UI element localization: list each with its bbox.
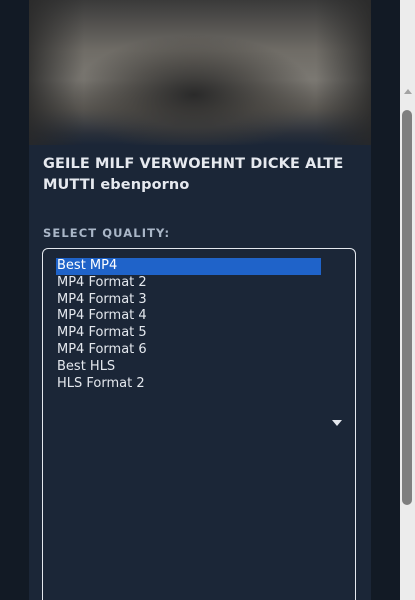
quality-option[interactable]: MP4 Format 4 bbox=[56, 308, 321, 325]
page: GEILE MILF VERWOEHNT DICKE ALTE MUTTI eb… bbox=[0, 0, 415, 600]
quality-option[interactable]: Best HLS bbox=[56, 359, 321, 376]
thumbnail-vignette-right bbox=[316, 0, 371, 145]
scroll-up-arrow-icon[interactable] bbox=[404, 89, 412, 94]
select-quality-label: SELECT QUALITY: bbox=[43, 226, 171, 240]
page-margin-right bbox=[371, 0, 400, 600]
quality-option[interactable]: MP4 Format 2 bbox=[56, 275, 321, 292]
quality-options-list[interactable]: Best MP4 MP4 Format 2 MP4 Format 3 MP4 Form… bbox=[56, 258, 321, 392]
video-thumbnail[interactable] bbox=[29, 0, 371, 145]
video-title: GEILE MILF VERWOEHNT DICKE ALTE MUTTI eb… bbox=[43, 156, 344, 193]
video-card: GEILE MILF VERWOEHNT DICKE ALTE MUTTI eb… bbox=[29, 0, 371, 600]
page-margin-left bbox=[0, 0, 29, 600]
scrollbar-thumb[interactable] bbox=[402, 110, 412, 505]
quality-option[interactable]: Best MP4 bbox=[56, 258, 321, 275]
quality-option[interactable]: MP4 Format 6 bbox=[56, 342, 321, 359]
quality-option[interactable]: HLS Format 2 bbox=[56, 376, 321, 393]
dropdown-arrow-icon[interactable] bbox=[332, 420, 342, 426]
thumbnail-vignette-left bbox=[29, 0, 84, 145]
quality-option[interactable]: MP4 Format 3 bbox=[56, 292, 321, 309]
quality-option[interactable]: MP4 Format 5 bbox=[56, 325, 321, 342]
quality-select[interactable]: Best MP4 MP4 Format 2 MP4 Format 3 MP4 Form… bbox=[42, 248, 356, 600]
